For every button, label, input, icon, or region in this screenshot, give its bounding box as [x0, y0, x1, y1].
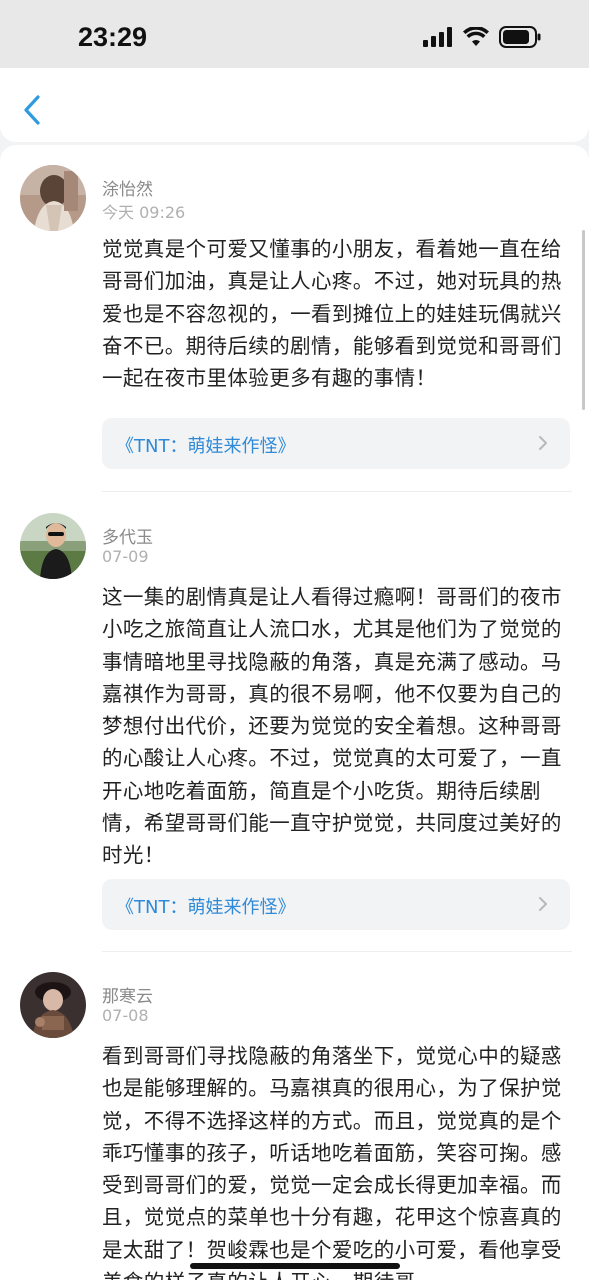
divider [102, 491, 572, 492]
avatar[interactable] [20, 972, 86, 1038]
comment-text: 觉觉真是个可爱又懂事的小朋友，看着她一直在给哥哥们加油，真是让人心疼。不过，她对… [102, 237, 562, 391]
drama-link-label: 《TNT：萌娃来作怪》 [116, 897, 296, 918]
username[interactable]: 那寒云 [102, 982, 153, 1007]
timestamp: 07-09 [102, 547, 149, 566]
chevron-right-icon [539, 897, 547, 911]
comment-text: 看到哥哥们寻找隐蔽的角落坐下，觉觉心中的疑惑也是能够理解的。马嘉祺真的很用心，为… [102, 1044, 562, 1280]
wifi-icon [463, 27, 489, 46]
comment-list[interactable]: 涂怡然 今天 09:26 觉觉真是个可爱又懂事的小朋友，看着她一直在给哥哥们加油… [0, 145, 589, 1280]
username[interactable]: 涂怡然 [102, 175, 153, 200]
drama-link-card[interactable]: 《TNT：萌娃来作怪》 [102, 879, 570, 930]
home-indicator[interactable] [190, 1263, 400, 1269]
nav-bar [0, 68, 589, 142]
divider [102, 951, 572, 952]
timestamp: 07-08 [102, 1006, 149, 1025]
username[interactable]: 多代玉 [102, 523, 153, 548]
status-icons [423, 26, 541, 48]
comment-item: 多代玉 07-09 这一集的剧情真是让人看得过瘾啊！哥哥们的夜市小吃之旅简直让人… [0, 513, 589, 943]
chevron-right-icon [539, 436, 547, 450]
avatar[interactable] [20, 165, 86, 231]
battery-icon [499, 26, 541, 48]
timestamp: 今天 09:26 [102, 203, 186, 222]
back-arrow-icon[interactable] [20, 94, 46, 126]
drama-link-card[interactable]: 《TNT：萌娃来作怪》 [102, 418, 570, 469]
avatar-image [20, 972, 86, 1038]
avatar-image [20, 165, 86, 231]
drama-link-label: 《TNT：萌娃来作怪》 [116, 436, 296, 457]
comment-item: 涂怡然 今天 09:26 觉觉真是个可爱又懂事的小朋友，看着她一直在给哥哥们加油… [0, 165, 589, 505]
status-time: 23:29 [78, 22, 148, 52]
status-bar: 23:29 [0, 0, 589, 68]
cellular-signal-icon [423, 27, 452, 47]
comment-item: 那寒云 07-08 看到哥哥们寻找隐蔽的角落坐下，觉觉心中的疑惑也是能够理解的。… [0, 972, 589, 1280]
avatar-image [20, 513, 86, 579]
comment-text: 这一集的剧情真是让人看得过瘾啊！哥哥们的夜市小吃之旅简直让人流口水，尤其是他们为… [102, 585, 562, 868]
avatar[interactable] [20, 513, 86, 579]
